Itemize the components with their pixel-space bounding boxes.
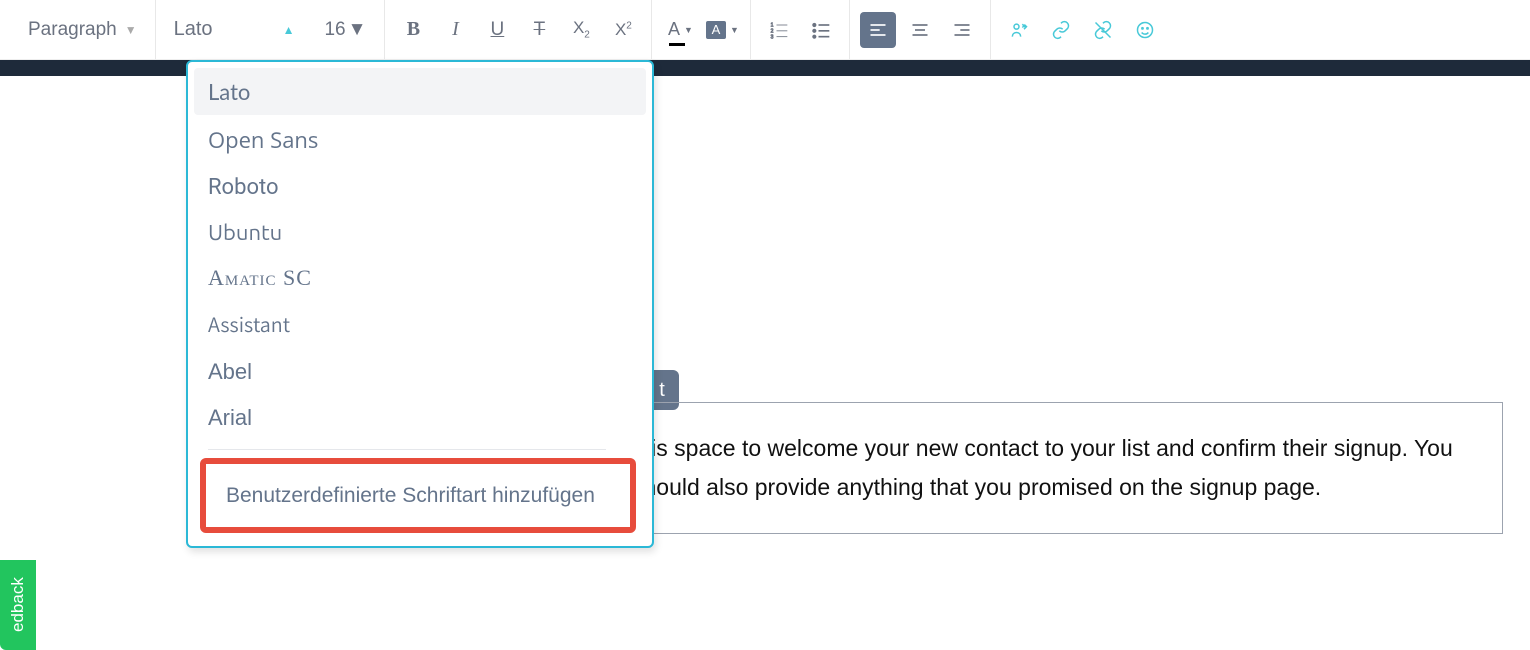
font-option[interactable]: Assistant (194, 301, 646, 349)
font-group: Lato ▲ 16 ▼ (156, 0, 386, 59)
link-button[interactable] (1043, 12, 1079, 48)
align-left-button[interactable] (860, 12, 896, 48)
superscript-button[interactable]: X2 (605, 12, 641, 48)
body-text-block[interactable]: this space to welcome your new contact t… (603, 402, 1503, 534)
divider (208, 449, 606, 450)
underline-button[interactable]: U (479, 12, 515, 48)
rich-text-toolbar: Paragraph ▼ Lato ▲ 16 ▼ B I U T X2 X2 A … (0, 0, 1530, 60)
insert-group (991, 0, 1173, 59)
font-option[interactable]: Lato (194, 68, 646, 115)
add-custom-font-button[interactable]: Benutzerdefinierte Schriftart hinzufügen (212, 470, 624, 521)
unordered-list-button[interactable] (803, 12, 839, 48)
italic-button[interactable]: I (437, 12, 473, 48)
subscript-button[interactable]: X2 (563, 12, 599, 48)
align-right-button[interactable] (944, 12, 980, 48)
font-option[interactable]: Ubuntu (194, 210, 646, 255)
font-option[interactable]: Open Sans (194, 115, 646, 165)
caret-down-icon: ▼ (684, 25, 693, 35)
personalization-button[interactable] (1001, 12, 1037, 48)
font-label: Lato (174, 18, 213, 41)
font-option[interactable]: Roboto (194, 165, 646, 210)
emoji-button[interactable] (1127, 12, 1163, 48)
align-group (850, 0, 991, 59)
font-size-select[interactable]: 16 ▼ (316, 15, 374, 45)
bold-button[interactable]: B (395, 12, 431, 48)
font-option[interactable]: Arial (194, 395, 646, 441)
body-copy: this space to welcome your new contact t… (632, 435, 1453, 500)
font-family-select[interactable]: Lato ▲ (166, 14, 303, 45)
fill-icon: A (706, 21, 726, 39)
paragraph-label: Paragraph (28, 19, 117, 41)
caret-down-icon: ▼ (730, 25, 739, 35)
add-custom-font-highlight: Benutzerdefinierte Schriftart hinzufügen (200, 458, 636, 533)
caret-down-icon: ▼ (125, 23, 137, 37)
text-color-button[interactable]: A ▼ (662, 12, 698, 48)
caret-up-icon: ▲ (283, 23, 295, 37)
svg-text:3: 3 (771, 34, 774, 40)
list-group: 123 (751, 0, 850, 59)
ordered-list-button[interactable]: 123 (761, 12, 797, 48)
paragraph-group: Paragraph ▼ (10, 0, 156, 59)
align-center-button[interactable] (902, 12, 938, 48)
format-group: B I U T X2 X2 (385, 0, 652, 59)
strikethrough-button[interactable]: T (521, 12, 557, 48)
font-list[interactable]: LatoOpen SansRobotoUbuntuAmatic SCAssist… (188, 62, 652, 546)
font-option[interactable]: Abel (194, 349, 646, 395)
background-color-button[interactable]: A ▼ (704, 12, 740, 48)
paragraph-style-select[interactable]: Paragraph ▼ (20, 15, 145, 45)
size-label: 16 (324, 19, 345, 41)
font-family-dropdown: LatoOpen SansRobotoUbuntuAmatic SCAssist… (186, 60, 654, 548)
unlink-button[interactable] (1085, 12, 1121, 48)
color-bar-icon (669, 43, 685, 46)
caret-down-icon: ▼ (348, 19, 367, 41)
feedback-tab[interactable]: edback (0, 560, 36, 650)
font-option[interactable]: Amatic SC (194, 255, 646, 301)
color-group: A ▼ A ▼ (652, 0, 751, 59)
